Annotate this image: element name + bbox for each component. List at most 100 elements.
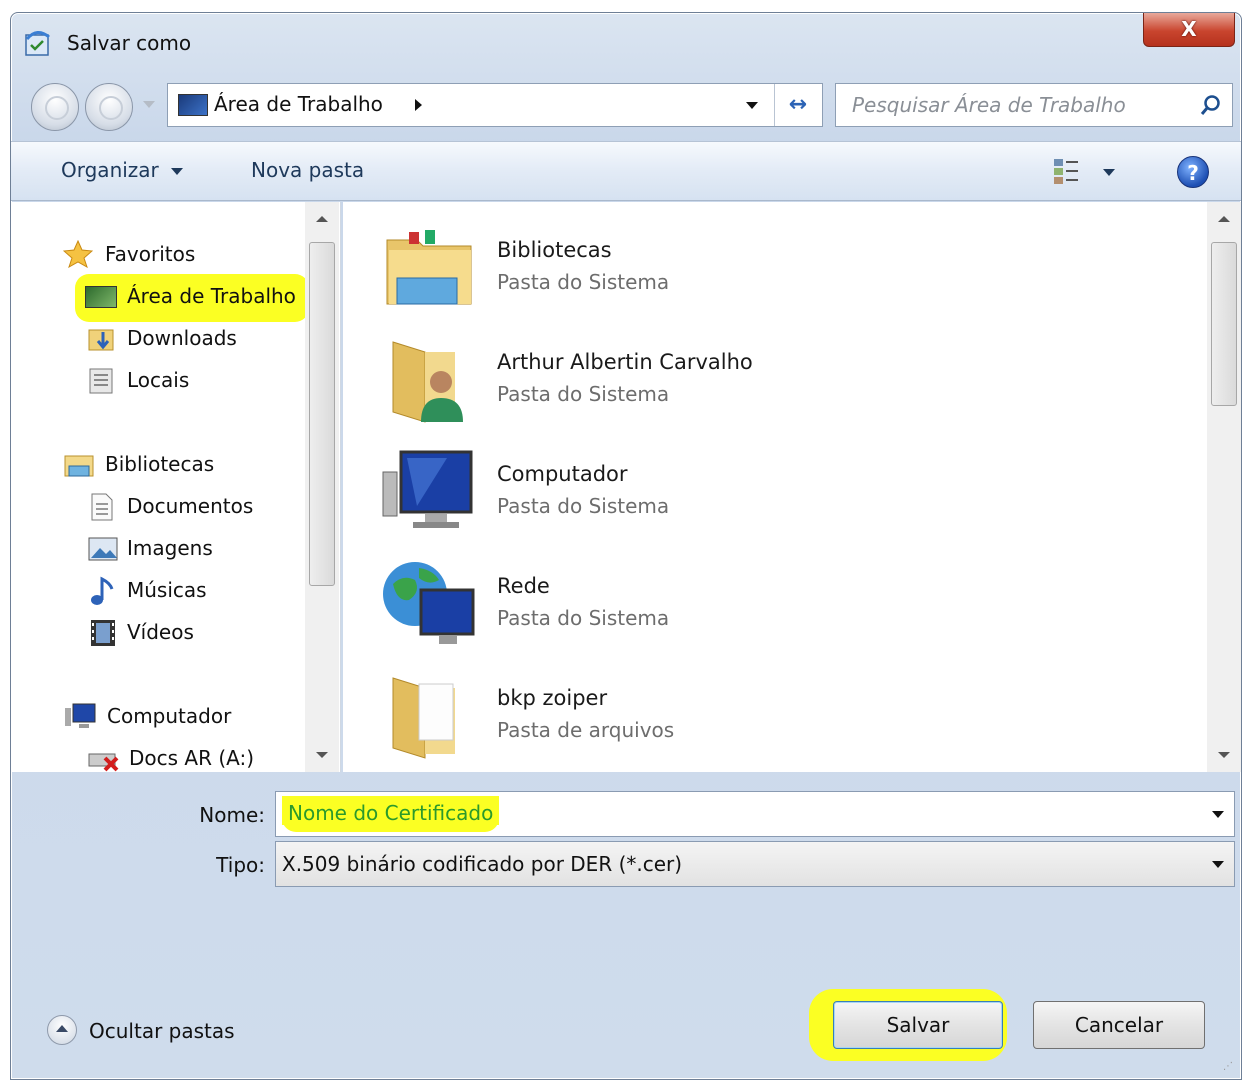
- toolbar: Organizar Nova pasta ?: [11, 141, 1241, 201]
- sidebar-item-recent[interactable]: Locais: [85, 364, 305, 396]
- folder-icon: [392, 677, 455, 759]
- help-icon[interactable]: ?: [1177, 156, 1209, 188]
- file-name-dropdown-icon[interactable]: [1212, 811, 1224, 818]
- file-name: bkp zoiper: [497, 686, 608, 710]
- forward-button[interactable]: [85, 83, 133, 131]
- navigation-scrollbar[interactable]: [305, 202, 339, 772]
- file-name-label: Nome:: [199, 803, 265, 827]
- videos-icon: [91, 620, 115, 646]
- recent-places-icon: [89, 368, 113, 394]
- search-icon[interactable]: [1200, 94, 1222, 116]
- file-name: Arthur Albertin Carvalho: [497, 350, 753, 374]
- title-bar[interactable]: Salvar como X: [11, 13, 1241, 71]
- list-item[interactable]: Bibliotecas Pasta do Sistema: [373, 212, 1133, 320]
- back-button[interactable]: [31, 83, 79, 131]
- libraries-folder-icon: [386, 230, 472, 305]
- sidebar-item-label: Computador: [107, 704, 232, 728]
- sidebar-item-libraries[interactable]: Bibliotecas: [63, 448, 303, 480]
- file-type: Pasta do Sistema: [497, 606, 670, 630]
- music-icon: [91, 576, 114, 605]
- sidebar-item-documents[interactable]: Documentos: [85, 490, 305, 522]
- list-item[interactable]: Rede Pasta do Sistema: [373, 548, 1133, 656]
- sidebar-item-pictures[interactable]: Imagens: [85, 532, 305, 564]
- address-dropdown-icon[interactable]: [746, 102, 758, 109]
- sidebar-item-label: Favoritos: [105, 242, 196, 266]
- sidebar-item-label: Área de Trabalho: [127, 284, 296, 308]
- list-item[interactable]: Computador Pasta do Sistema: [373, 436, 1133, 544]
- address-bar[interactable]: Área de Trabalho ↔: [167, 83, 823, 127]
- network-icon: [383, 562, 475, 644]
- disconnected-drive-icon: [88, 753, 119, 772]
- organize-button[interactable]: Organizar: [61, 158, 183, 182]
- file-name: Bibliotecas: [497, 238, 612, 262]
- file-type: Pasta do Sistema: [497, 382, 670, 406]
- file-list-scrollbar[interactable]: [1207, 202, 1241, 772]
- sidebar-item-label: Imagens: [127, 536, 213, 560]
- documents-icon: [91, 493, 113, 521]
- file-name-value[interactable]: Nome do Certificado: [282, 796, 500, 825]
- file-name: Computador: [497, 462, 628, 486]
- libraries-icon: [64, 455, 94, 477]
- sidebar-item-label: Downloads: [127, 326, 237, 350]
- desktop-icon: [178, 94, 208, 116]
- save-as-dialog: Salvar como X Área de Trabalho ↔ Organiz…: [10, 12, 1242, 1080]
- sidebar-item-label: Documentos: [127, 494, 254, 518]
- sidebar-item-music[interactable]: Músicas: [85, 574, 305, 606]
- file-type: Pasta de arquivos: [497, 718, 675, 742]
- resize-grip-icon[interactable]: ⋰: [1223, 1061, 1237, 1075]
- sidebar-item-label: Docs AR (A:): [129, 746, 255, 770]
- search-box[interactable]: [835, 83, 1233, 127]
- file-type-select[interactable]: X.509 binário codificado por DER (*.cer): [275, 841, 1235, 887]
- list-item[interactable]: Arthur Albertin Carvalho Pasta do Sistem…: [373, 324, 1133, 432]
- scroll-up-icon[interactable]: [316, 216, 328, 222]
- sidebar-item-label: Vídeos: [127, 620, 194, 644]
- sidebar-item-desktop[interactable]: Área de Trabalho: [85, 280, 307, 312]
- user-folder-icon: [392, 341, 463, 423]
- sidebar-item-label: Bibliotecas: [105, 452, 215, 476]
- window-title: Salvar como: [67, 31, 192, 55]
- hide-folders-button[interactable]: Ocultar pastas: [47, 1015, 297, 1049]
- close-icon: X: [1181, 17, 1197, 41]
- save-as-icon: [25, 31, 50, 56]
- address-location[interactable]: Área de Trabalho: [214, 92, 383, 116]
- scrollbar-thumb[interactable]: [309, 242, 335, 586]
- file-type-dropdown-icon[interactable]: [1212, 861, 1224, 868]
- chevron-up-icon: [47, 1015, 77, 1045]
- scrollbar-thumb[interactable]: [1211, 242, 1237, 406]
- search-input[interactable]: [836, 84, 1176, 126]
- downloads-folder-icon: [88, 329, 114, 351]
- sidebar-item-label: Locais: [127, 368, 190, 392]
- new-folder-button[interactable]: Nova pasta: [251, 158, 364, 182]
- cancel-button[interactable]: Cancelar: [1033, 1001, 1205, 1049]
- sidebar-item-label: Músicas: [127, 578, 207, 602]
- sidebar-item-downloads[interactable]: Downloads: [85, 322, 305, 354]
- list-item[interactable]: bkp zoiper Pasta de arquivos: [373, 660, 1133, 768]
- change-view-icon[interactable]: [1051, 156, 1081, 186]
- file-type: Pasta do Sistema: [497, 270, 670, 294]
- desktop-icon: [85, 286, 117, 308]
- computer-icon: [65, 703, 96, 728]
- refresh-icon[interactable]: ↔: [780, 90, 816, 120]
- organize-label: Organizar: [61, 158, 159, 182]
- file-list: Bibliotecas Pasta do Sistema Arthur Albe…: [343, 202, 1241, 772]
- save-button[interactable]: Salvar: [833, 1001, 1003, 1049]
- file-type-label: Tipo:: [216, 853, 265, 877]
- scroll-up-icon[interactable]: [1218, 216, 1230, 222]
- scroll-down-icon[interactable]: [316, 752, 328, 758]
- computer-icon: [382, 450, 473, 528]
- breadcrumb-chevron-icon[interactable]: [415, 99, 422, 111]
- file-name: Rede: [497, 574, 550, 598]
- file-name-field[interactable]: Nome do Certificado: [275, 791, 1235, 837]
- view-options-dropdown-icon[interactable]: [1103, 169, 1115, 176]
- scroll-down-icon[interactable]: [1218, 752, 1230, 758]
- divider: [774, 84, 775, 126]
- sidebar-item-videos[interactable]: Vídeos: [85, 616, 305, 648]
- sidebar-item-computer[interactable]: Computador: [63, 700, 303, 732]
- sidebar-item-favorites[interactable]: Favoritos: [63, 238, 303, 270]
- close-button[interactable]: X: [1143, 13, 1235, 47]
- sidebar-item-drive[interactable]: Docs AR (A:): [85, 742, 305, 772]
- navigation-pane: Favoritos Área de Trabalho Downloads Loc…: [11, 202, 341, 772]
- file-name-selection[interactable]: Nome do Certificado: [282, 796, 500, 832]
- hide-folders-label: Ocultar pastas: [89, 1019, 235, 1043]
- recent-pages-dropdown-icon[interactable]: [143, 101, 155, 108]
